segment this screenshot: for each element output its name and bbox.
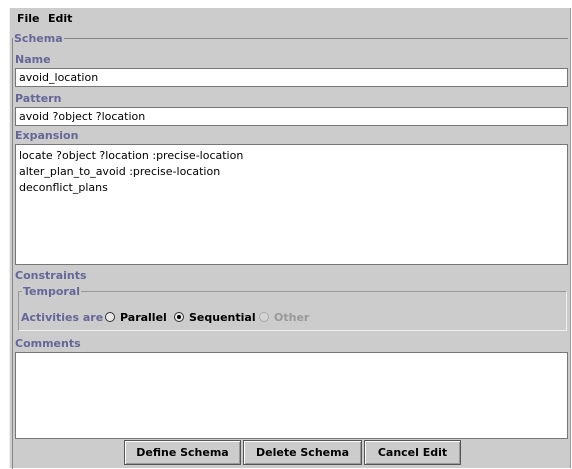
expansion-line: deconflict_plans [19, 181, 108, 194]
radio-sequential-label[interactable]: Sequential [189, 311, 256, 324]
cancel-edit-button[interactable]: Cancel Edit [364, 440, 461, 465]
constraints-label: Constraints [15, 269, 87, 282]
radio-other-label: Other [274, 311, 310, 324]
expansion-textarea[interactable]: locate ?object ?location :precise-locati… [15, 144, 568, 265]
menu-edit[interactable]: Edit [46, 11, 74, 26]
menu-bar: File Edit [10, 8, 570, 30]
radio-parallel-label[interactable]: Parallel [120, 311, 167, 324]
name-label: Name [15, 53, 51, 66]
comments-textarea[interactable] [15, 352, 568, 439]
schema-editor-window: File Edit Schema Name Pattern Expansion … [9, 8, 571, 469]
comments-label: Comments [15, 337, 81, 350]
expansion-label: Expansion [15, 129, 79, 142]
radio-sequential-circle[interactable] [174, 312, 184, 322]
pattern-label: Pattern [15, 92, 62, 105]
activities-label: Activities are [21, 311, 104, 324]
radio-other-circle [259, 312, 269, 322]
menu-file[interactable]: File [15, 11, 42, 26]
name-field[interactable] [15, 68, 568, 87]
temporal-legend: Temporal [22, 285, 82, 298]
radio-parallel-circle[interactable] [105, 312, 115, 322]
expansion-line: alter_plan_to_avoid :precise-location [19, 165, 221, 178]
pattern-field[interactable] [15, 107, 568, 126]
delete-schema-button[interactable]: Delete Schema [243, 440, 362, 465]
schema-legend: Schema [13, 32, 64, 45]
define-schema-button[interactable]: Define Schema [124, 440, 241, 465]
expansion-line: locate ?object ?location :precise-locati… [19, 149, 244, 162]
